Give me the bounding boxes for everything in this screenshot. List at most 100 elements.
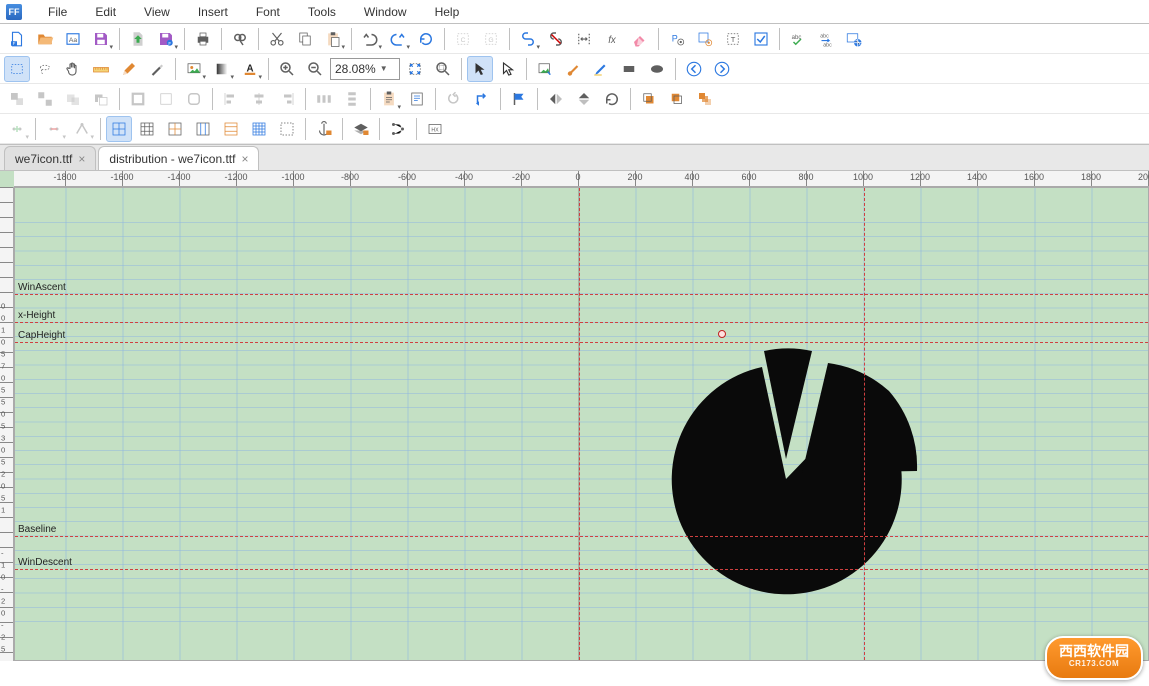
branch-icon[interactable]	[385, 116, 411, 142]
outline-rounded-icon[interactable]	[181, 86, 207, 112]
align-center-h-icon[interactable]	[246, 86, 272, 112]
remove-point-icon[interactable]: ▾	[41, 116, 67, 142]
distribute-h-icon[interactable]	[311, 86, 337, 112]
flip-v-icon[interactable]	[571, 86, 597, 112]
unlink-icon[interactable]	[543, 26, 569, 52]
ruler-horizontal[interactable]: -1800-1600-1400-1200-1000-800-600-400-20…	[14, 171, 1149, 187]
menu-view[interactable]: View	[138, 3, 176, 21]
subtract-icon[interactable]	[88, 86, 114, 112]
ruler-vertical[interactable]: 150250350550750100-10-20-25	[0, 187, 14, 661]
zoom-in-icon[interactable]	[274, 56, 300, 82]
metric-line-win_descent[interactable]	[15, 569, 1148, 570]
menu-file[interactable]: File	[42, 3, 73, 21]
tab-1[interactable]: distribution - we7icon.ttf ×	[98, 146, 259, 170]
link-icon[interactable]: ▾	[515, 26, 541, 52]
metric-line-baseline[interactable]	[15, 536, 1148, 537]
spellcheck-icon[interactable]: abc	[785, 26, 811, 52]
metric-line-win_ascent[interactable]	[15, 294, 1148, 295]
nav-next-icon[interactable]	[709, 56, 735, 82]
ungroup-icon[interactable]	[32, 86, 58, 112]
metric-line-x_height[interactable]	[15, 322, 1148, 323]
save-icon[interactable]: ▾	[88, 26, 114, 52]
flip-h-icon[interactable]	[543, 86, 569, 112]
menu-insert[interactable]: Insert	[192, 3, 234, 21]
replace-text-icon[interactable]: abcabc	[813, 26, 839, 52]
undo-icon[interactable]: ▾	[357, 26, 383, 52]
rotate-cw-icon[interactable]	[599, 86, 625, 112]
bring-front-icon[interactable]	[636, 86, 662, 112]
grid-style3-icon[interactable]	[162, 116, 188, 142]
grid-style5-icon[interactable]	[218, 116, 244, 142]
zoom-selection-icon[interactable]	[430, 56, 456, 82]
glyph-pie-chart-icon[interactable]	[636, 319, 956, 619]
image-import-icon[interactable]: ▾	[181, 56, 207, 82]
group-icon[interactable]	[4, 86, 30, 112]
select-rect-icon[interactable]	[4, 56, 30, 82]
lasso-icon[interactable]	[32, 56, 58, 82]
outline-thin-icon[interactable]	[153, 86, 179, 112]
zoom-out-icon[interactable]	[302, 56, 328, 82]
direct-select-icon[interactable]	[495, 56, 521, 82]
zoom-combobox[interactable]: 28.08% ▼	[330, 58, 400, 80]
ellipse-shape-icon[interactable]	[644, 56, 670, 82]
snap-contour-icon[interactable]: C	[450, 26, 476, 52]
outline-bold-icon[interactable]	[125, 86, 151, 112]
web-preview-icon[interactable]	[841, 26, 867, 52]
zoom-fit-icon[interactable]	[402, 56, 428, 82]
grid-style6-icon[interactable]	[246, 116, 272, 142]
add-point-icon[interactable]: ▾	[4, 116, 30, 142]
merge-icon[interactable]	[60, 86, 86, 112]
script-icon[interactable]	[404, 86, 430, 112]
snap-guide-icon[interactable]: G	[478, 26, 504, 52]
cut-icon[interactable]	[264, 26, 290, 52]
close-icon[interactable]: ×	[78, 152, 85, 166]
grid-style1-icon[interactable]	[106, 116, 132, 142]
send-back-icon[interactable]	[664, 86, 690, 112]
new-file-icon[interactable]: F	[4, 26, 30, 52]
font-table-icon[interactable]: Aa	[60, 26, 86, 52]
hex-code-icon[interactable]: HX	[422, 116, 448, 142]
reverse-contour-icon[interactable]	[441, 86, 467, 112]
menu-window[interactable]: Window	[358, 3, 413, 21]
menu-help[interactable]: Help	[429, 3, 466, 21]
distribute-v-icon[interactable]	[339, 86, 365, 112]
print-icon[interactable]	[190, 26, 216, 52]
anchor-lock-icon[interactable]	[311, 116, 337, 142]
ruler-tool-icon[interactable]	[88, 56, 114, 82]
color-picker-icon[interactable]	[532, 56, 558, 82]
pointer-icon[interactable]	[467, 56, 493, 82]
redo-icon[interactable]: ▾	[385, 26, 411, 52]
menu-edit[interactable]: Edit	[89, 3, 122, 21]
find-icon[interactable]	[227, 26, 253, 52]
paste-icon[interactable]: ▾	[320, 26, 346, 52]
text-outline-icon[interactable]: T	[720, 26, 746, 52]
grid-style4-icon[interactable]	[190, 116, 216, 142]
pencil-icon[interactable]	[116, 56, 142, 82]
paragraph-settings-icon[interactable]: P	[664, 26, 690, 52]
text-color-icon[interactable]: A▾	[237, 56, 263, 82]
eraser-icon[interactable]	[627, 26, 653, 52]
export-icon[interactable]	[125, 26, 151, 52]
anchor-point[interactable]	[718, 330, 726, 338]
tab-0[interactable]: we7icon.ttf ×	[4, 146, 96, 170]
kerning-icon[interactable]	[571, 26, 597, 52]
flag-icon[interactable]	[506, 86, 532, 112]
arrange-icon[interactable]	[692, 86, 718, 112]
knife-icon[interactable]	[144, 56, 170, 82]
metric-line-cap_height[interactable]	[15, 342, 1148, 343]
menu-tools[interactable]: Tools	[302, 3, 342, 21]
close-icon[interactable]: ×	[241, 152, 248, 166]
fill-gradient-icon[interactable]: ▾	[209, 56, 235, 82]
copy-icon[interactable]	[292, 26, 318, 52]
glyph-edit-area[interactable]: WinAscentx-HeightCapHeightBaselineWinDes…	[14, 187, 1149, 661]
rectangle-shape-icon[interactable]	[616, 56, 642, 82]
grid-outline-icon[interactable]	[274, 116, 300, 142]
brush-icon[interactable]	[560, 56, 586, 82]
formula-icon[interactable]: fx	[599, 26, 625, 52]
open-file-icon[interactable]	[32, 26, 58, 52]
glyph-settings-icon[interactable]	[692, 26, 718, 52]
save-as-icon[interactable]: F▾	[153, 26, 179, 52]
align-right-icon[interactable]	[274, 86, 300, 112]
grid-style2-icon[interactable]	[134, 116, 160, 142]
layer-lock-icon[interactable]	[348, 116, 374, 142]
